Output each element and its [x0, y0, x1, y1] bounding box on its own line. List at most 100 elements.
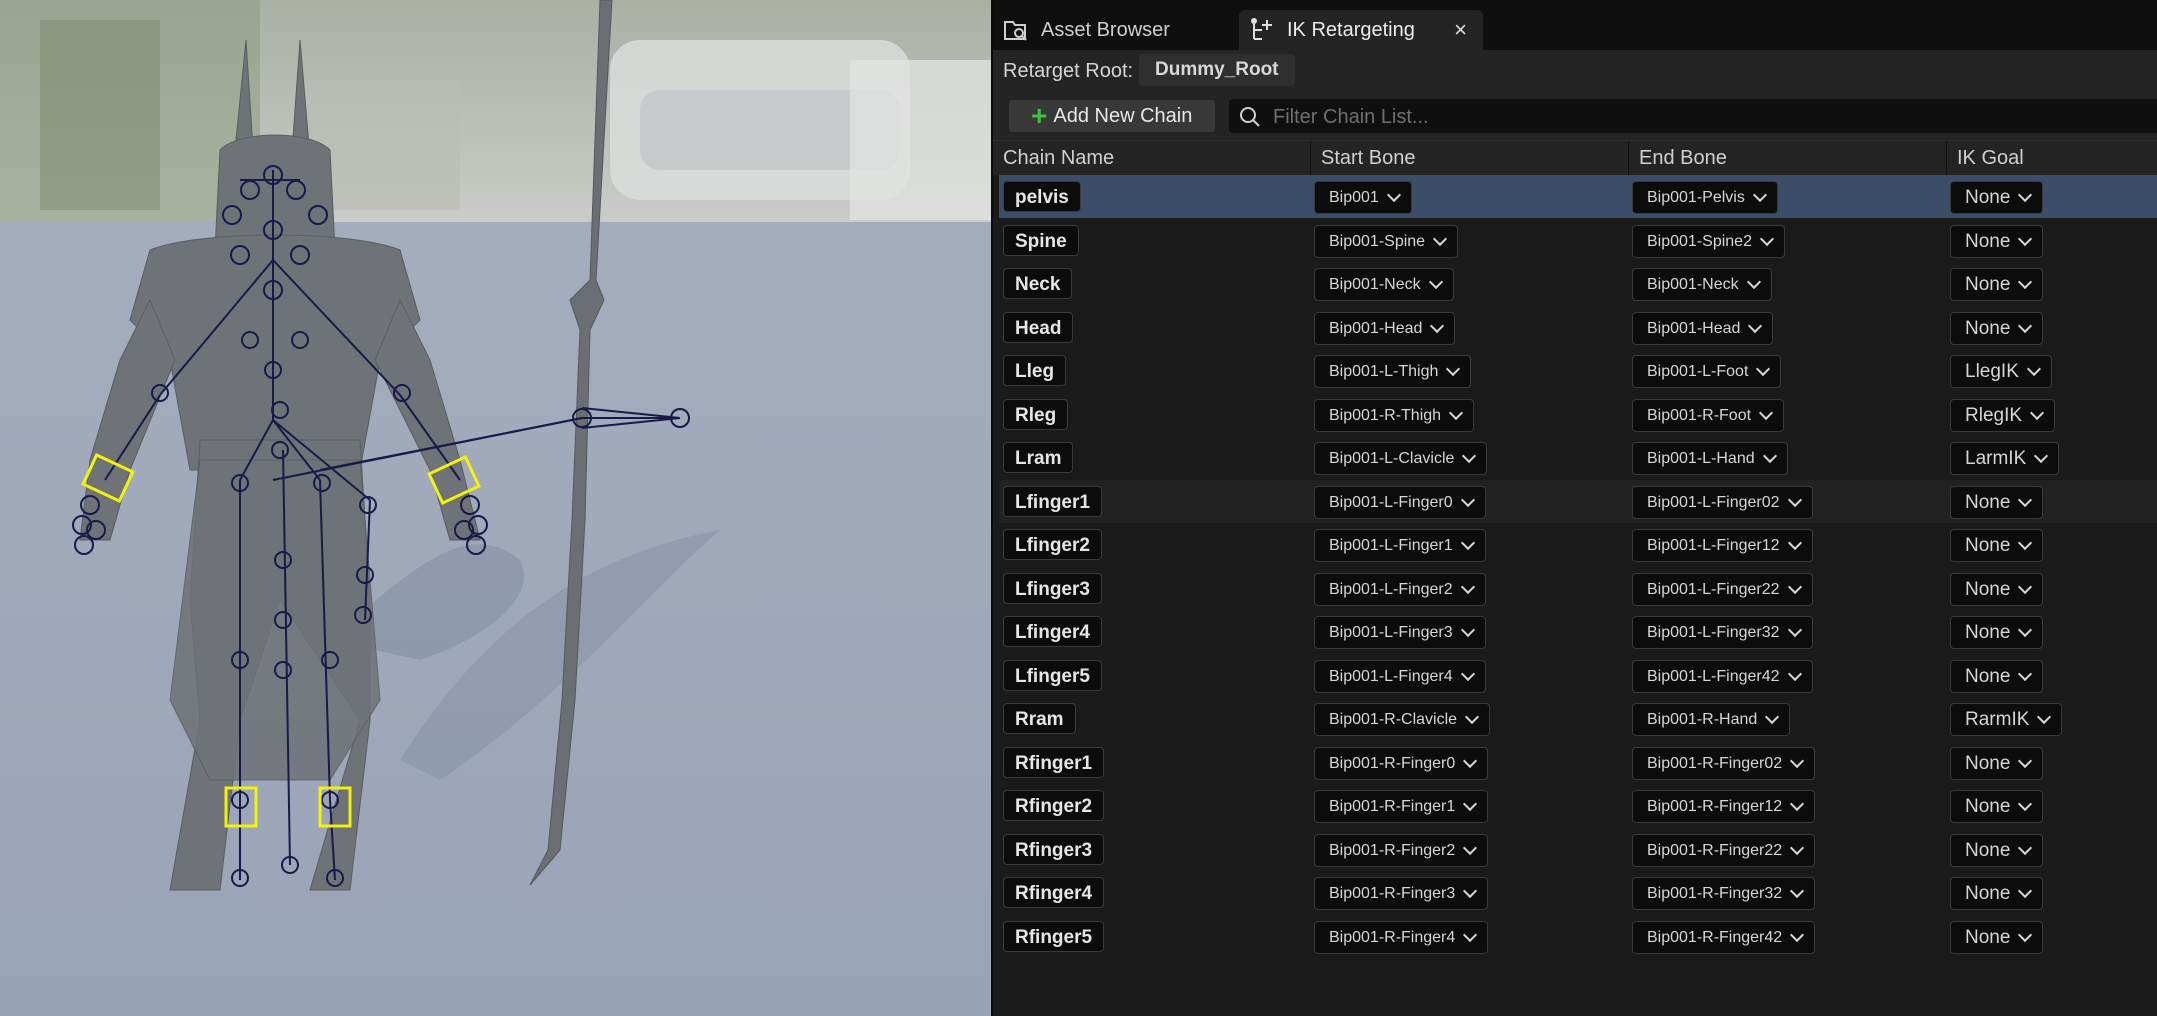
chain-name-field[interactable]: Lleg: [1003, 355, 1067, 386]
ik-goal-dropdown[interactable]: RarmIK: [1950, 703, 2063, 736]
end-bone-dropdown[interactable]: Bip001-Spine2: [1632, 224, 1785, 258]
start-bone-dropdown[interactable]: Bip001-L-Finger1: [1314, 529, 1486, 562]
end-bone-dropdown[interactable]: Bip001-R-Finger22: [1632, 833, 1816, 867]
ik-goal-dropdown[interactable]: None: [1950, 181, 2044, 214]
chain-name-field[interactable]: Rfinger4: [1003, 877, 1105, 908]
chain-name-field[interactable]: Rfinger1: [1003, 746, 1105, 778]
end-bone-dropdown[interactable]: Bip001-L-Finger22: [1632, 572, 1813, 606]
end-bone-dropdown[interactable]: Bip001-L-Finger32: [1632, 616, 1813, 649]
filter-chain-input[interactable]: [1271, 99, 2135, 135]
chain-name-field[interactable]: Rfinger2: [1003, 790, 1105, 821]
chain-name-field[interactable]: Neck: [1003, 268, 1073, 299]
start-bone-dropdown[interactable]: Bip001-L-Finger2: [1314, 572, 1486, 606]
column-start-bone[interactable]: Start Bone: [1311, 141, 1629, 175]
start-bone-dropdown[interactable]: Bip001-Spine: [1314, 224, 1459, 258]
ik-goal-dropdown[interactable]: None: [1950, 616, 2044, 649]
ik-goal-dropdown[interactable]: LlegIK: [1950, 355, 2052, 388]
ik-goal-dropdown[interactable]: RlegIK: [1950, 398, 2056, 432]
table-row[interactable]: Lleg Bip001-L-Thigh Bip001-L-Foot LlegIK: [999, 349, 2157, 392]
chain-name-field[interactable]: Rfinger3: [1003, 833, 1105, 865]
start-bone-dropdown[interactable]: Bip001-R-Finger3: [1314, 877, 1489, 910]
ik-goal-dropdown[interactable]: LarmIK: [1950, 442, 2060, 475]
chain-name-field[interactable]: Head: [1003, 311, 1074, 343]
ik-goal-dropdown[interactable]: None: [1950, 572, 2044, 606]
table-row[interactable]: Rfinger4 Bip001-R-Finger3 Bip001-R-Finger3…: [999, 871, 2157, 914]
chain-name-field[interactable]: Lfinger1: [1003, 485, 1102, 517]
table-row[interactable]: Lfinger3 Bip001-L-Finger2 Bip001-L-Finger2…: [999, 567, 2157, 610]
table-row[interactable]: Rleg Bip001-R-Thigh Bip001-R-Foot RlegIK: [999, 393, 2157, 436]
end-bone-dropdown[interactable]: Bip001-L-Finger02: [1632, 485, 1813, 519]
end-bone-dropdown[interactable]: Bip001-Head: [1632, 311, 1774, 345]
table-row[interactable]: Head Bip001-Head Bip001-Head None: [999, 306, 2157, 349]
ik-goal-dropdown[interactable]: None: [1950, 224, 2044, 258]
column-end-bone[interactable]: End Bone: [1629, 141, 1947, 175]
end-bone-dropdown[interactable]: Bip001-L-Finger12: [1632, 529, 1813, 562]
end-bone-dropdown[interactable]: Bip001-R-Finger32: [1632, 877, 1816, 910]
ik-goal-dropdown[interactable]: None: [1950, 311, 2044, 345]
table-row[interactable]: Rfinger1 Bip001-R-Finger0 Bip001-R-Finger0…: [999, 741, 2157, 784]
start-bone-dropdown[interactable]: Bip001: [1314, 181, 1412, 214]
end-bone-dropdown[interactable]: Bip001-R-Finger12: [1632, 790, 1816, 823]
tab-asset-browser[interactable]: Asset Browser: [1003, 10, 1223, 50]
ik-goal-dropdown[interactable]: None: [1950, 485, 2044, 519]
start-bone-dropdown[interactable]: Bip001-Neck: [1314, 268, 1454, 301]
end-bone-dropdown[interactable]: Bip001-L-Hand: [1632, 442, 1788, 475]
end-bone-dropdown[interactable]: Bip001-Pelvis: [1632, 181, 1778, 214]
start-bone-dropdown[interactable]: Bip001-L-Clavicle: [1314, 442, 1488, 475]
start-bone-dropdown[interactable]: Bip001-L-Finger0: [1314, 485, 1486, 519]
end-bone-dropdown[interactable]: Bip001-L-Foot: [1632, 355, 1782, 388]
ik-goal-dropdown[interactable]: None: [1950, 746, 2044, 780]
ik-goal-dropdown[interactable]: None: [1950, 659, 2044, 693]
chain-name-field[interactable]: Lram: [1003, 442, 1074, 473]
chain-name-field[interactable]: Spine: [1003, 224, 1079, 256]
start-bone-dropdown[interactable]: Bip001-R-Thigh: [1314, 398, 1475, 432]
chain-name-field[interactable]: Lfinger3: [1003, 572, 1102, 604]
start-bone-dropdown[interactable]: Bip001-Head: [1314, 311, 1456, 345]
column-chain-name[interactable]: Chain Name: [993, 141, 1311, 175]
start-bone-dropdown[interactable]: Bip001-R-Finger4: [1314, 920, 1489, 954]
table-row[interactable]: Spine Bip001-Spine Bip001-Spine2 None: [999, 219, 2157, 262]
tab-ik-retargeting[interactable]: IK Retargeting ×: [1239, 10, 1483, 50]
column-ik-goal[interactable]: IK Goal: [1947, 141, 2157, 175]
chain-name-field[interactable]: Rleg: [1003, 398, 1069, 430]
table-row[interactable]: Lfinger5 Bip001-L-Finger4 Bip001-L-Finger4…: [999, 654, 2157, 697]
chain-name-field[interactable]: Lfinger2: [1003, 529, 1102, 560]
ik-goal-dropdown[interactable]: None: [1950, 529, 2044, 562]
chain-name-field[interactable]: Rfinger5: [1003, 920, 1105, 952]
retarget-root-value[interactable]: Dummy_Root: [1139, 54, 1295, 86]
start-bone-dropdown[interactable]: Bip001-L-Finger3: [1314, 616, 1486, 649]
table-row[interactable]: Lfinger2 Bip001-L-Finger1 Bip001-L-Finger1…: [999, 523, 2157, 566]
end-bone-dropdown[interactable]: Bip001-R-Foot: [1632, 398, 1785, 432]
chain-name-field[interactable]: Lfinger4: [1003, 616, 1102, 647]
ik-goal-dropdown[interactable]: None: [1950, 833, 2044, 867]
start-bone-dropdown[interactable]: Bip001-L-Thigh: [1314, 355, 1472, 388]
start-bone-dropdown[interactable]: Bip001-R-Finger1: [1314, 790, 1489, 823]
ik-goal-dropdown[interactable]: None: [1950, 790, 2044, 823]
chain-name-field[interactable]: Lfinger5: [1003, 659, 1102, 691]
end-bone-dropdown[interactable]: Bip001-L-Finger42: [1632, 659, 1813, 693]
ik-goal-dropdown[interactable]: None: [1950, 877, 2044, 910]
start-bone-dropdown[interactable]: Bip001-R-Finger2: [1314, 833, 1489, 867]
end-bone-dropdown[interactable]: Bip001-R-Finger02: [1632, 746, 1816, 780]
add-new-chain-button[interactable]: + Add New Chain: [1009, 100, 1215, 132]
table-row[interactable]: pelvis Bip001 Bip001-Pelvis None: [999, 175, 2157, 218]
viewport-3d[interactable]: [0, 0, 991, 1016]
table-row[interactable]: Lfinger1 Bip001-L-Finger0 Bip001-L-Finger0…: [999, 479, 2157, 523]
start-bone-dropdown[interactable]: Bip001-R-Finger0: [1314, 746, 1489, 780]
table-row[interactable]: Neck Bip001-Neck Bip001-Neck None: [999, 262, 2157, 305]
table-row[interactable]: Rfinger3 Bip001-R-Finger2 Bip001-R-Finger2…: [999, 828, 2157, 871]
chain-name-field[interactable]: Rram: [1003, 703, 1076, 734]
table-row[interactable]: Rfinger5 Bip001-R-Finger4 Bip001-R-Finger4…: [999, 915, 2157, 958]
end-bone-dropdown[interactable]: Bip001-R-Finger42: [1632, 920, 1816, 954]
table-row[interactable]: Rram Bip001-R-Clavicle Bip001-R-Hand RarmIK: [999, 697, 2157, 740]
end-bone-dropdown[interactable]: Bip001-Neck: [1632, 268, 1772, 301]
table-row[interactable]: Lfinger4 Bip001-L-Finger3 Bip001-L-Finger3…: [999, 610, 2157, 653]
ik-goal-dropdown[interactable]: None: [1950, 920, 2044, 954]
table-row[interactable]: Rfinger2 Bip001-R-Finger1 Bip001-R-Finger1…: [999, 784, 2157, 827]
ik-goal-dropdown[interactable]: None: [1950, 268, 2044, 301]
table-row[interactable]: Lram Bip001-L-Clavicle Bip001-L-Hand LarmIK: [999, 436, 2157, 479]
start-bone-dropdown[interactable]: Bip001-L-Finger4: [1314, 659, 1486, 693]
end-bone-dropdown[interactable]: Bip001-R-Hand: [1632, 703, 1791, 736]
start-bone-dropdown[interactable]: Bip001-R-Clavicle: [1314, 703, 1491, 736]
close-tab-icon[interactable]: ×: [1454, 17, 1467, 43]
